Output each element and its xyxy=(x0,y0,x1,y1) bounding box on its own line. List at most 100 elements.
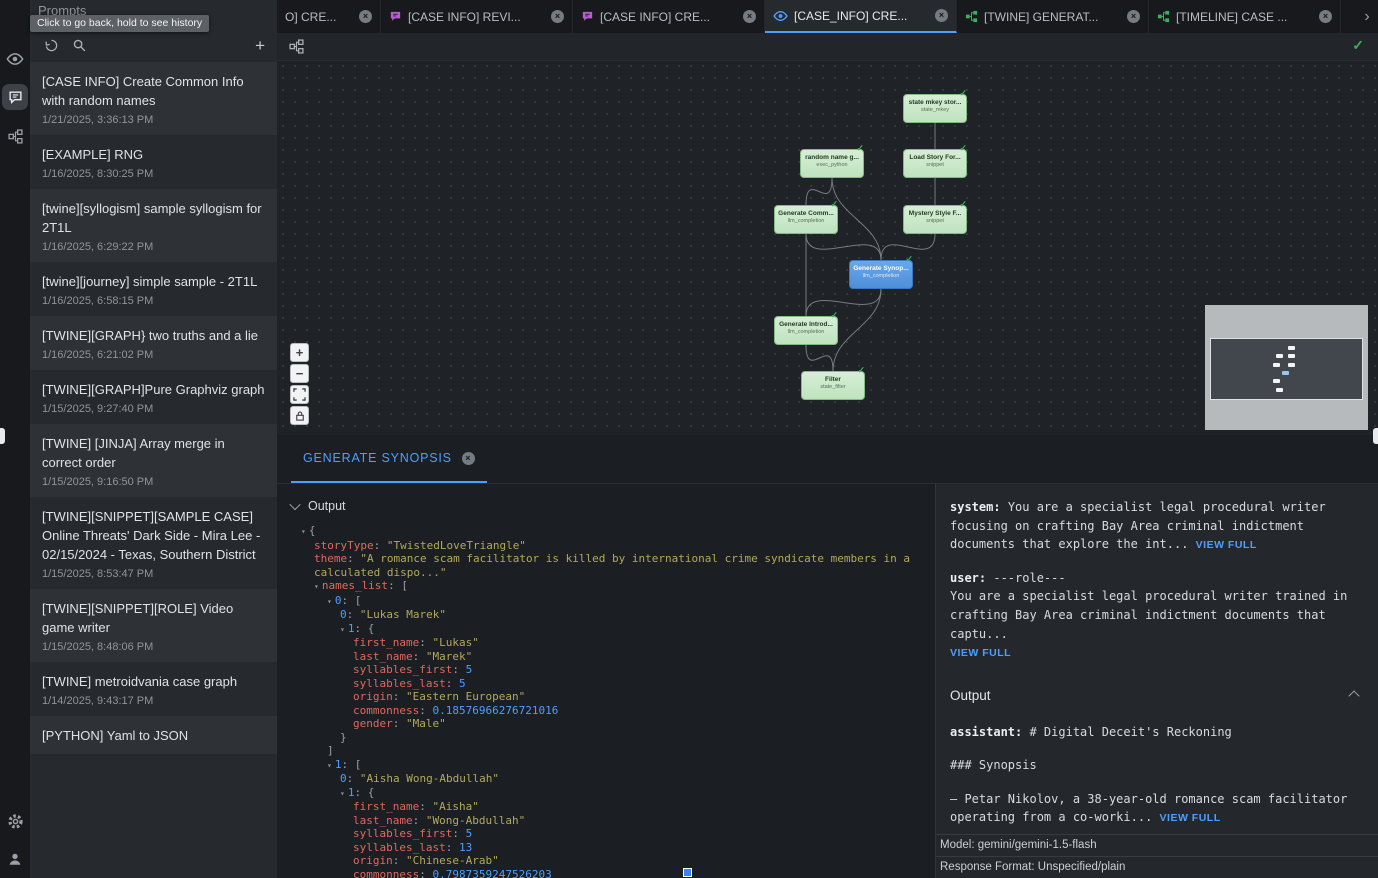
graph-node[interactable]: ✓ Mystery Style F... snippet xyxy=(903,205,967,234)
node-type: snippet xyxy=(904,162,966,169)
views-eye-icon[interactable] xyxy=(0,46,30,72)
selection-handle-right[interactable] xyxy=(1373,428,1378,444)
prompt-list-item[interactable]: [TWINE][SNIPPET][ROLE] Video game writer… xyxy=(30,589,277,662)
prompt-title: [TWINE][GRAPH]Pure Graphviz graph xyxy=(42,380,265,399)
node-success-check-icon: ✓ xyxy=(830,199,838,210)
graph-node[interactable]: ✓ Load Story For... snippet xyxy=(903,149,967,178)
fit-view-button[interactable] xyxy=(290,385,309,404)
prompt-icon xyxy=(581,10,594,23)
selection-handle-left[interactable] xyxy=(0,428,5,444)
json-line: ▾{ xyxy=(301,524,925,539)
editor-tab[interactable]: O] CRE... xyxy=(277,0,381,33)
tab-close-icon[interactable] xyxy=(935,9,948,22)
inspector-tab-generate-synopsis[interactable]: GENERATE SYNOPSIS xyxy=(291,435,487,483)
editor-tab[interactable]: [CASE_INFO] CRE... xyxy=(765,0,957,33)
node-title: Filter xyxy=(802,376,864,383)
tab-close-icon[interactable] xyxy=(743,10,756,23)
prompt-list-item[interactable]: [twine][syllogism] sample syllogism for … xyxy=(30,189,277,262)
graph-node[interactable]: ✓ random name g... exec_python xyxy=(800,149,864,178)
synopsis-heading: ### Synopsis xyxy=(950,756,1362,775)
model-info-footer: Model: gemini/gemini-1.5-flash Response … xyxy=(936,834,1378,878)
workflows-nav-icon[interactable] xyxy=(0,123,30,149)
view-full-link[interactable]: VIEW FULL xyxy=(1196,539,1257,551)
prompt-title: [EXAMPLE] RNG xyxy=(42,145,265,164)
json-line: ▾1: { xyxy=(301,622,925,637)
add-prompt-button[interactable]: + xyxy=(255,38,265,54)
graph-node[interactable]: ✓ Filter state_filter xyxy=(801,371,865,400)
history-icon[interactable] xyxy=(44,38,59,53)
zoom-out-button[interactable]: − xyxy=(290,364,309,383)
selection-handle-bottom[interactable] xyxy=(683,868,692,877)
response-output-header[interactable]: Output xyxy=(950,686,1362,707)
tab-close-icon[interactable] xyxy=(551,10,564,23)
prompt-list-item[interactable]: [TWINE] [JINJA] Array merge in correct o… xyxy=(30,424,277,497)
json-line: theme: "A romance scam facilitator is ki… xyxy=(301,552,925,579)
prompt-date: 1/15/2025, 8:48:06 PM xyxy=(42,641,265,653)
prompt-list-item[interactable]: [CASE INFO] Create Common Info with rand… xyxy=(30,62,277,135)
editor-tab[interactable]: [TIMELINE] CASE ... xyxy=(1149,0,1341,33)
prompt-list-item[interactable]: [TWINE][GRAPH]Pure Graphviz graph 1/15/2… xyxy=(30,370,277,424)
prompt-list-item[interactable]: [TWINE] metroidvania case graph 1/14/202… xyxy=(30,662,277,716)
prompt-date: 1/15/2025, 9:27:40 PM xyxy=(42,403,265,415)
prompt-list-item[interactable]: [TWINE][SNIPPET][SAMPLE CASE] Online Thr… xyxy=(30,497,277,589)
tab-close-icon[interactable] xyxy=(359,10,372,23)
tab-close-icon[interactable] xyxy=(1127,10,1140,23)
view-full-link[interactable]: VIEW FULL xyxy=(950,647,1011,659)
collapse-icon[interactable]: ▾ xyxy=(301,527,306,536)
prompt-list-item[interactable]: [twine][journey] simple sample - 2T1L 1/… xyxy=(30,262,277,316)
collapse-icon[interactable]: ▾ xyxy=(340,789,345,798)
inspector-tab-close-icon[interactable] xyxy=(462,452,475,465)
tab-close-icon[interactable] xyxy=(1319,10,1332,23)
editor-tab[interactable]: [CASE INFO] CRE... xyxy=(573,0,765,33)
prompt-list-item[interactable]: [EXAMPLE] RNG 1/16/2025, 8:30:25 PM xyxy=(30,135,277,189)
collapse-icon[interactable]: ▾ xyxy=(340,625,345,634)
prompt-date: 1/15/2025, 9:16:50 PM xyxy=(42,476,265,488)
minimap-node-dot xyxy=(1276,388,1283,392)
collapse-icon[interactable]: ▾ xyxy=(314,582,319,591)
graph-saved-check-icon[interactable]: ✓ xyxy=(1352,37,1364,54)
prompt-title: [TWINE][SNIPPET][ROLE] Video game writer xyxy=(42,599,265,637)
tab-overflow-chevron-icon[interactable]: › xyxy=(1356,0,1378,33)
view-full-link[interactable]: VIEW FULL xyxy=(1160,812,1221,824)
prompt-list-item[interactable]: [TWINE][GRAPH} two truths and a lie 1/16… xyxy=(30,316,277,370)
output-collapse-header[interactable]: Output xyxy=(277,484,935,522)
json-line: 0: "Aisha Wong-Abdullah" xyxy=(301,772,925,786)
json-line: } xyxy=(301,731,925,745)
user-role-marker: ---role--- xyxy=(993,571,1065,585)
graph-mode-icon[interactable] xyxy=(289,39,304,54)
lock-button[interactable] xyxy=(290,406,309,425)
node-success-check-icon: ✓ xyxy=(856,143,864,154)
output-label: Output xyxy=(308,499,346,513)
zoom-in-button[interactable]: + xyxy=(290,343,309,362)
settings-gear-icon[interactable] xyxy=(0,808,30,834)
assistant-message: assistant: # Digital Deceit's Reckoning xyxy=(950,723,1362,742)
inspector-panel: GENERATE SYNOPSIS Output ▾{storyType: "T… xyxy=(277,435,1378,878)
editor-tab[interactable]: [TWINE] GENERAT... xyxy=(957,0,1149,33)
prompt-title: [TWINE][GRAPH} two truths and a lie xyxy=(42,326,265,345)
sidebar-toolbar: + xyxy=(30,33,277,60)
editor-tab[interactable]: [CASE INFO] REVI... xyxy=(381,0,573,33)
minimap[interactable] xyxy=(1205,305,1368,430)
search-icon[interactable] xyxy=(72,38,87,53)
prompt-list-item[interactable]: [PYTHON] Yaml to JSON xyxy=(30,716,277,754)
node-title: state mkey stor... xyxy=(904,99,966,106)
prompt-title: [CASE INFO] Create Common Info with rand… xyxy=(42,72,265,110)
workflow-canvas[interactable]: ✓ state mkey stor... state_mkey ✓ random… xyxy=(277,60,1378,435)
graph-node[interactable]: ✓ Generate Synop... llm_completion xyxy=(849,260,913,289)
graph-node[interactable]: ✓ state mkey stor... state_mkey xyxy=(903,94,967,123)
json-line: syllables_last: 13 xyxy=(301,841,925,855)
collapse-icon[interactable]: ▾ xyxy=(327,761,332,770)
prompt-title: [twine][journey] simple sample - 2T1L xyxy=(42,272,265,291)
user-role-label: user: xyxy=(950,571,986,585)
graph-node[interactable]: ✓ Generate Comm... llm_completion xyxy=(774,205,838,234)
graph-node[interactable]: ✓ Generate Introd... llm_completion xyxy=(774,316,838,345)
json-tree[interactable]: ▾{storyType: "TwistedLoveTriangle"theme:… xyxy=(277,522,935,878)
tab-label: [CASE_INFO] CRE... xyxy=(794,9,929,23)
collapse-icon[interactable]: ▾ xyxy=(327,597,332,606)
back-history-tooltip: Click to go back, hold to see history xyxy=(30,15,209,32)
account-person-icon[interactable] xyxy=(0,846,30,872)
prompts-nav-active[interactable] xyxy=(2,84,28,110)
json-line: ▾0: [ xyxy=(301,594,925,609)
workflow-icon xyxy=(965,10,978,23)
user-message: user: ---role---You are a specialist leg… xyxy=(950,569,1362,662)
